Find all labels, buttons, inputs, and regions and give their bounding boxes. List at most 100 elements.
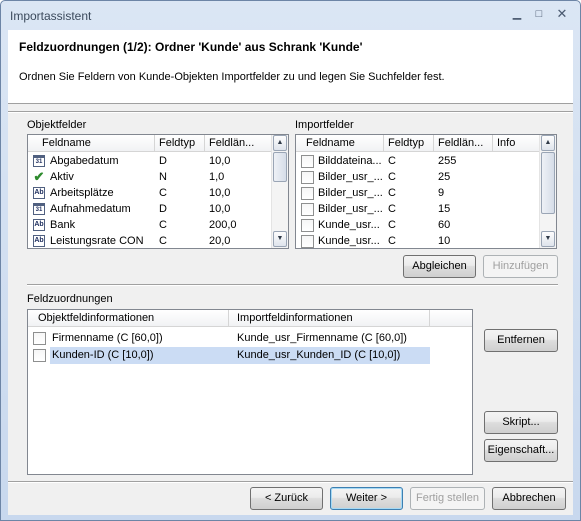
page-title: Feldzuordnungen (1/2): Ordner 'Kunde' au… <box>19 40 363 54</box>
table-row[interactable]: 31 Abgabedatum D 10,0 <box>28 153 271 170</box>
feldlaenge-cell: 10,0 <box>209 155 231 167</box>
column-header-feldname[interactable]: Feldname <box>296 135 384 152</box>
feldtyp-cell: C <box>388 187 396 199</box>
column-header-objektfeldinformationen[interactable]: Objektfeldinformationen <box>28 310 229 327</box>
section-divider <box>27 284 558 286</box>
feldname-cell: Kunde_usr... <box>318 219 380 231</box>
feldname-cell: Kunde_usr... <box>318 235 380 247</box>
scroll-up-arrow-icon[interactable]: ▲ <box>541 135 555 151</box>
feldtyp-cell: C <box>388 203 396 215</box>
table-row[interactable]: Bilder_usr_... C 25 <box>296 169 539 186</box>
importfeld-cell: Kunde_usr_Firmenname (C [60,0]) <box>237 332 407 344</box>
table-row[interactable]: Bilder_usr_... C 9 <box>296 185 539 202</box>
table-row[interactable]: 31 Aufnahmedatum D 10,0 <box>28 201 271 218</box>
weiter-button[interactable]: Weiter > <box>330 487 403 510</box>
table-row[interactable]: Ab Bank C 200,0 <box>28 217 271 234</box>
mapping-row[interactable]: Firmenname (C [60,0]) Kunde_usr_Firmennam… <box>28 330 430 347</box>
feldlaenge-cell: 10 <box>438 235 451 247</box>
minimize-icon[interactable]: ▁ <box>509 7 525 21</box>
maximize-icon[interactable]: □ <box>531 7 547 21</box>
scroll-up-arrow-icon[interactable]: ▲ <box>273 135 287 151</box>
checkbox[interactable] <box>301 203 314 216</box>
skript-button[interactable]: Skript... <box>484 411 558 434</box>
table-row[interactable]: Ab Arbeitsplätze C 10,0 <box>28 185 271 202</box>
feldtyp-cell: C <box>159 187 167 199</box>
importfelder-header: Feldname Feldtyp Feldlän... Info <box>296 135 540 152</box>
feldname-cell: Bilder_usr_... <box>318 187 383 199</box>
feldtyp-cell: C <box>159 219 167 231</box>
feldzuordnungen-list[interactable]: Objektfeldinformationen Importfeldinform… <box>27 309 473 475</box>
abbrechen-button[interactable]: Abbrechen <box>492 487 566 510</box>
checkbox[interactable] <box>33 349 46 362</box>
column-header-feldtyp[interactable]: Feldtyp <box>384 135 434 152</box>
objektfelder-label: Objektfelder <box>27 119 87 131</box>
footer-divider <box>8 481 573 483</box>
scroll-thumb[interactable] <box>273 152 287 182</box>
objektfeld-cell: Firmenname (C [60,0]) <box>52 332 163 344</box>
checkbox[interactable] <box>301 219 314 232</box>
column-header-importfeldinformationen[interactable]: Importfeldinformationen <box>229 310 430 327</box>
feldtyp-cell: N <box>159 171 167 183</box>
text-field-icon: Ab <box>33 235 45 247</box>
feldtyp-cell: C <box>388 155 396 167</box>
checkbox[interactable] <box>301 187 314 200</box>
feldtyp-cell: C <box>388 171 396 183</box>
feldname-cell: Arbeitsplätze <box>50 187 114 199</box>
feldtyp-cell: C <box>388 219 396 231</box>
mapping-row[interactable]: Kunden-ID (C [10,0]) Kunde_usr_Kunden_ID … <box>28 347 430 364</box>
zurueck-button[interactable]: < Zurück <box>250 487 323 510</box>
feldlaenge-cell: 200,0 <box>209 219 237 231</box>
checkbox[interactable] <box>301 235 314 248</box>
importfeld-cell: Kunde_usr_Kunden_ID (C [10,0]) <box>229 347 430 364</box>
feldname-cell: Leistungsrate CON <box>50 235 144 247</box>
objektfelder-scrollbar[interactable]: ▲ ▼ <box>271 135 288 248</box>
calendar-icon: 31 <box>33 155 45 167</box>
importfelder-scrollbar[interactable]: ▲ ▼ <box>539 135 556 248</box>
abgleichen-button[interactable]: Abgleichen <box>403 255 476 278</box>
hinzufuegen-button[interactable]: Hinzufügen <box>483 255 558 278</box>
column-header-feldname[interactable]: Feldname <box>28 135 155 152</box>
column-header-feldtyp[interactable]: Feldtyp <box>155 135 205 152</box>
feldname-cell: Aufnahmedatum <box>50 203 131 215</box>
objektfelder-list[interactable]: Feldname Feldtyp Feldlän... 31 Abgabedatu… <box>27 134 289 249</box>
feldname-cell: Aktiv <box>50 171 74 183</box>
close-icon[interactable]: ✕ <box>554 7 570 21</box>
table-row[interactable]: Ab Leistungsrate CON C 20,0 <box>28 233 271 248</box>
scroll-thumb[interactable] <box>541 152 555 214</box>
feldname-cell: Abgabedatum <box>50 155 119 167</box>
scroll-down-arrow-icon[interactable]: ▼ <box>273 231 287 247</box>
table-row[interactable]: Kunde_usr... C 60 <box>296 217 539 234</box>
table-row[interactable]: Bilddateina... C 255 <box>296 153 539 170</box>
wizard-header: Feldzuordnungen (1/2): Ordner 'Kunde' au… <box>8 30 573 104</box>
fertig-stellen-button[interactable]: Fertig stellen <box>410 487 485 510</box>
title-bar[interactable]: Importassistent ▁ □ ✕ <box>1 1 580 29</box>
feldname-cell: Bilder_usr_... <box>318 203 383 215</box>
feldname-cell: Bank <box>50 219 76 231</box>
scroll-down-arrow-icon[interactable]: ▼ <box>541 231 555 247</box>
feldzuordnungen-label: Feldzuordnungen <box>27 293 113 305</box>
feldtyp-cell: C <box>388 235 396 247</box>
feldtyp-cell: D <box>159 203 167 215</box>
feldlaenge-cell: 10,0 <box>209 203 231 215</box>
checkbox[interactable] <box>301 171 314 184</box>
column-header-info[interactable]: Info <box>493 135 540 152</box>
column-header-feldlaenge[interactable]: Feldlän... <box>205 135 272 152</box>
table-row[interactable]: Kunde_usr... C 10 <box>296 233 539 248</box>
checkbox[interactable] <box>33 332 46 345</box>
feldzuordnungen-header: Objektfeldinformationen Importfeldinform… <box>28 310 472 327</box>
column-header-feldlaenge[interactable]: Feldlän... <box>434 135 493 152</box>
checkmark-icon: ✔ <box>33 169 45 184</box>
entfernen-button[interactable]: Entfernen <box>484 329 558 352</box>
objektfeld-cell: Kunden-ID (C [10,0]) <box>50 347 229 364</box>
table-row[interactable]: Bilder_usr_... C 15 <box>296 201 539 218</box>
feldtyp-cell: D <box>159 155 167 167</box>
feldlaenge-cell: 20,0 <box>209 235 231 247</box>
text-field-icon: Ab <box>33 219 45 231</box>
checkbox[interactable] <box>301 155 314 168</box>
importassistent-window: Importassistent ▁ □ ✕ Feldzuordnungen (1… <box>0 0 581 521</box>
eigenschaften-button[interactable]: Eigenschaft... <box>484 439 558 462</box>
table-row[interactable]: ✔ Aktiv N 1,0 <box>28 169 271 186</box>
importfelder-list[interactable]: Feldname Feldtyp Feldlän... Info Bilddat… <box>295 134 557 249</box>
calendar-icon: 31 <box>33 203 45 215</box>
feldlaenge-cell: 60 <box>438 219 451 231</box>
